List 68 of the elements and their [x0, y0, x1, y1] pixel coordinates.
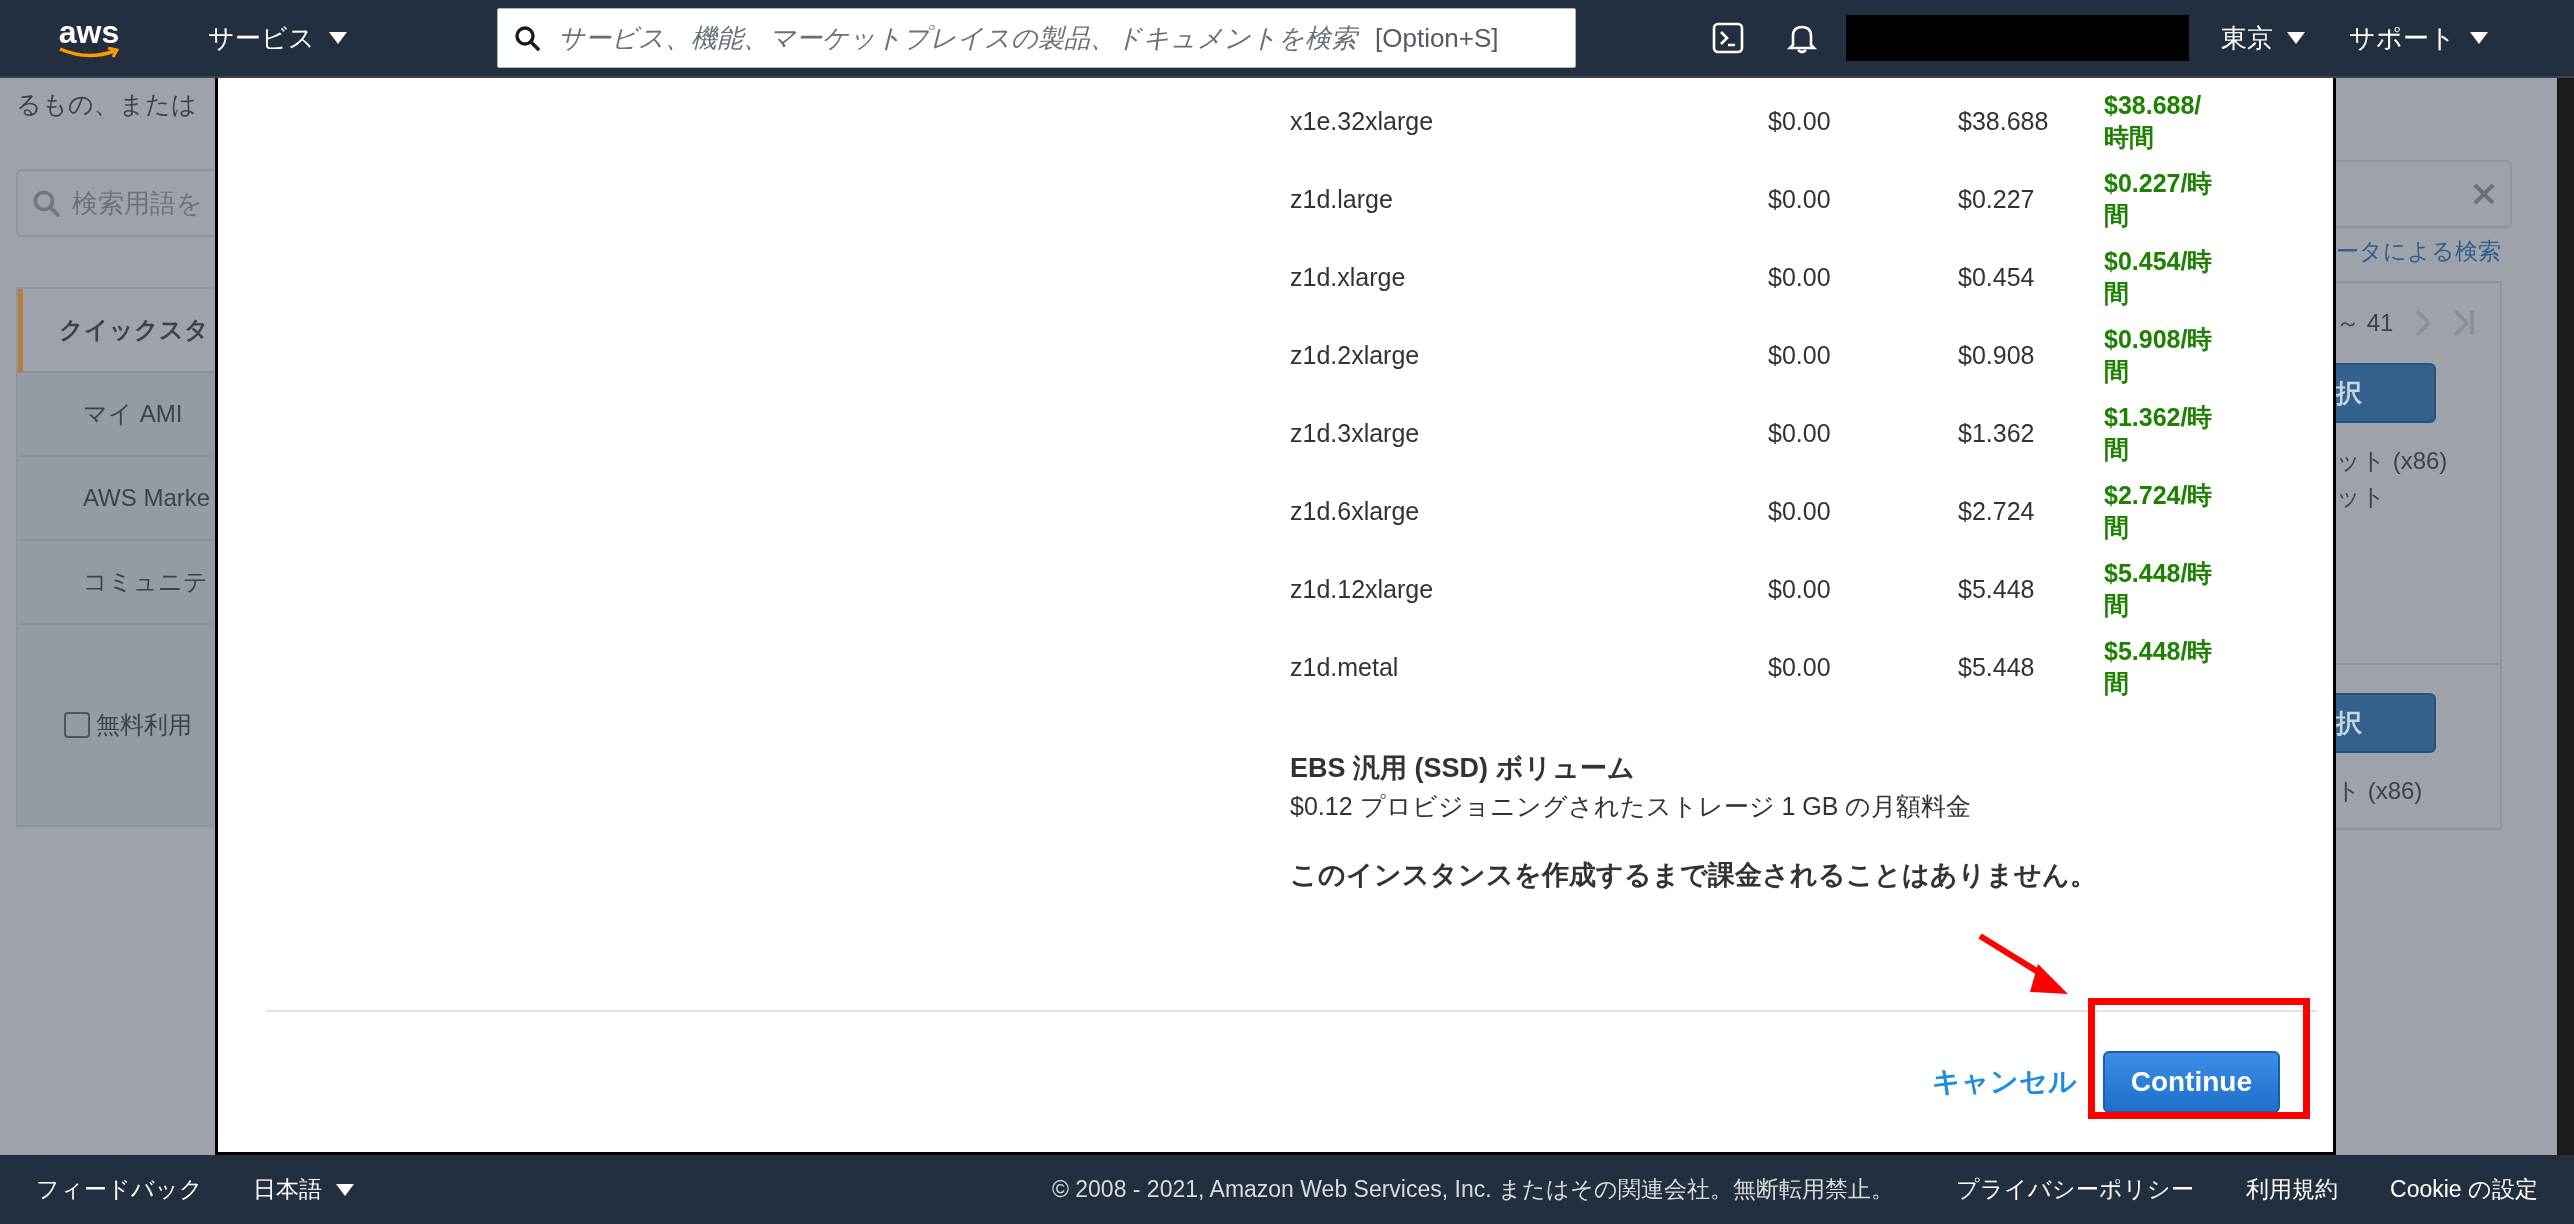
continue-button[interactable]: Continue — [2102, 1051, 2280, 1113]
caret-icon — [2287, 32, 2305, 44]
price-cell-text: $0.227 — [1958, 184, 2036, 214]
hourly-price: $2.724/時間 — [2104, 480, 2214, 543]
feedback-link[interactable]: フィードバック — [36, 1174, 203, 1205]
footer-link[interactable]: Cookie の設定 — [2390, 1174, 2538, 1205]
hourly-price: $38.688/時間 — [2104, 90, 2203, 153]
price-cell-text: $38.688 — [1958, 106, 2050, 136]
checkbox-label: 無料利用 — [96, 710, 192, 740]
price-cell-text: $0.454 — [1958, 262, 2036, 292]
instance-type: z1d.6xlarge — [1290, 496, 1421, 526]
support-menu[interactable]: サポート — [2349, 20, 2488, 56]
price-cell-text: $5.448 — [1958, 574, 2036, 604]
copyright-text: © 2008 - 2021, Amazon Web Services, Inc. またはその関連会社。無断転用禁止。 — [1051, 1175, 1894, 1204]
price-cell-text: $0.00 — [1768, 106, 1832, 136]
ami-description: ット (x86) — [2336, 446, 2449, 476]
checkbox[interactable] — [64, 712, 90, 738]
price-cell-text: $0.00 — [1768, 574, 1832, 604]
pagination-text: ～ 41 — [2336, 308, 2394, 338]
region-menu[interactable]: 東京 — [2221, 20, 2305, 56]
price-cell-text: $0.00 — [1768, 262, 1832, 292]
instance-type: x1e.32xlarge — [1290, 106, 1435, 136]
price-cell-text: $0.00 — [1768, 652, 1832, 682]
close-icon[interactable] — [2472, 182, 2496, 206]
services-menu[interactable]: サービス — [208, 20, 347, 56]
hourly-price: $0.908/時間 — [2104, 324, 2214, 387]
shortcut-hint: [Option+S] — [1375, 22, 1499, 54]
hourly-price: $0.454/時間 — [2104, 246, 2214, 309]
instance-type: z1d.3xlarge — [1290, 418, 1421, 448]
instance-type: z1d.2xlarge — [1290, 340, 1421, 370]
search-icon — [32, 189, 60, 217]
price-cell-text: $0.00 — [1768, 418, 1832, 448]
ebs-title: EBS 汎用 (SSD) ボリューム — [1290, 752, 1636, 785]
instance-type: z1d.large — [1290, 184, 1394, 214]
hourly-price: $0.227/時間 — [2104, 168, 2214, 231]
ami-description: ット — [2336, 482, 2387, 512]
intro-text: るもの、または — [16, 89, 198, 120]
caret-icon — [2470, 32, 2488, 44]
footer-link[interactable]: 利用規約 — [2246, 1174, 2338, 1205]
cancel-link[interactable]: キャンセル — [1931, 1063, 2077, 1101]
instance-type: z1d.xlarge — [1290, 262, 1407, 292]
terminal-icon[interactable] — [1712, 22, 1744, 54]
price-cell-text: $0.00 — [1768, 184, 1832, 214]
ami-tab[interactable]: クイックスタ — [18, 289, 215, 373]
hourly-price: $5.448/時間 — [2104, 558, 2214, 621]
instance-type: z1d.metal — [1290, 652, 1400, 682]
price-cell-text: $0.00 — [1768, 496, 1832, 526]
search-field[interactable]: サービス、機能、マーケットプレイスの製品、ドキュメントを検索 [Option+S] — [497, 8, 1576, 68]
instance-type: z1d.12xlarge — [1290, 574, 1435, 604]
price-cell-text: $1.362 — [1958, 418, 2036, 448]
caret-icon — [336, 1183, 354, 1196]
footer-link[interactable]: プライバシーポリシー — [1956, 1174, 2194, 1205]
billing-notice: このインスタンスを作成するまで課金されることはありません。 — [1290, 859, 2098, 892]
search-icon — [514, 25, 540, 51]
language-menu[interactable]: 日本語 — [253, 1174, 354, 1205]
select-button[interactable]: 択 — [2336, 363, 2436, 423]
search-field[interactable] — [2336, 160, 2512, 228]
hourly-price: $1.362/時間 — [2104, 402, 2214, 465]
price-cell-text: $2.724 — [1958, 496, 2036, 526]
price-cell-text: $5.448 — [1958, 652, 2036, 682]
caret-icon — [329, 32, 347, 44]
ami-description: ト (x86) — [2336, 776, 2424, 806]
aws-logo[interactable]: aws — [40, 17, 138, 59]
price-cell-text: $0.00 — [1768, 340, 1832, 370]
ebs-description: $0.12 プロビジョニングされたストレージ 1 GB の月額料金 — [1290, 791, 1973, 822]
hourly-price: $5.448/時間 — [2104, 636, 2214, 699]
price-cell-text: $0.908 — [1958, 340, 2036, 370]
select-button[interactable]: 択 — [2336, 693, 2436, 753]
